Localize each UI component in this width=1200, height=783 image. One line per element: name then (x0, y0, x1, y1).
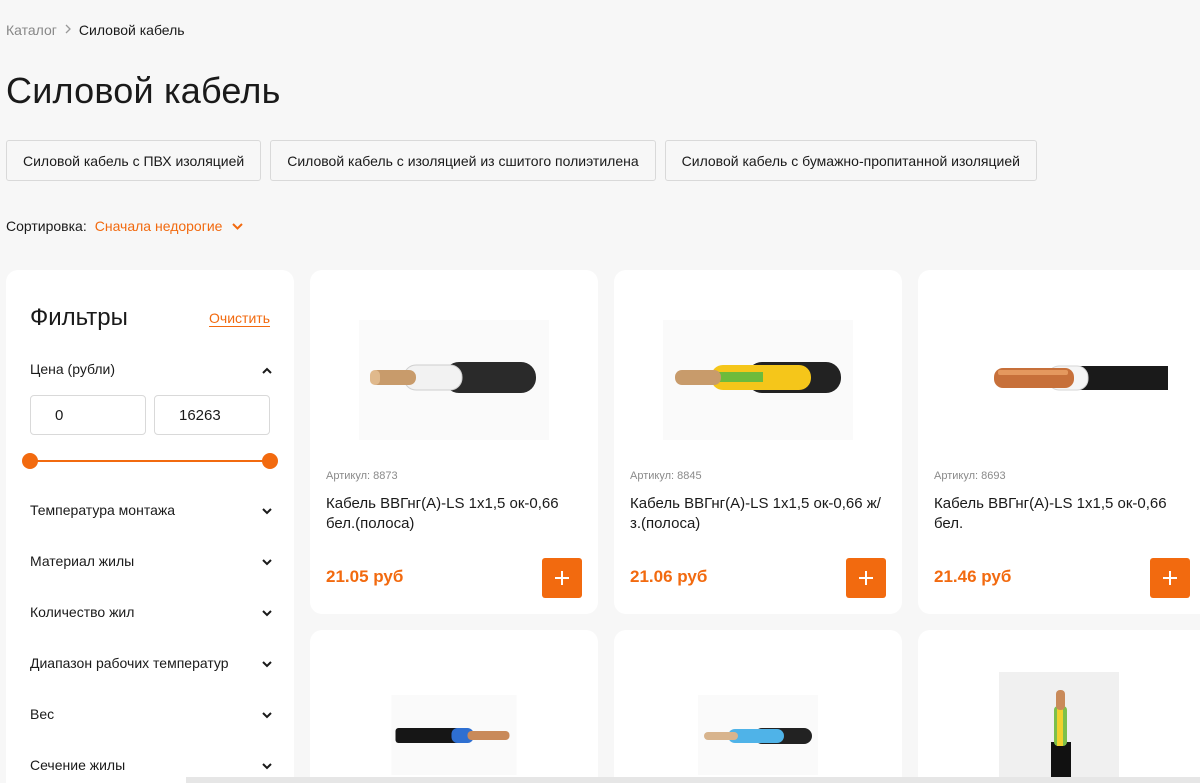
chevron-down-icon (232, 222, 244, 230)
filter-price-header[interactable]: Цена (рубли) (30, 361, 272, 377)
price-min-input[interactable] (30, 395, 146, 435)
price-range-slider[interactable] (22, 453, 278, 469)
sort-label: Сортировка: (6, 218, 87, 234)
chevron-down-icon (262, 604, 272, 620)
plus-icon (1163, 571, 1177, 585)
product-card[interactable] (614, 630, 902, 783)
product-image (698, 695, 818, 775)
breadcrumb-current: Силовой кабель (78, 22, 185, 38)
product-image (663, 320, 853, 440)
filter-group-label: Материал жилы (30, 553, 135, 569)
chevron-down-icon (262, 706, 272, 722)
page-title: Силовой кабель (6, 70, 281, 111)
filter-price-label: Цена (рубли) (30, 361, 116, 377)
filter-group-operating-temp[interactable]: Диапазон рабочих температур (30, 655, 272, 671)
chevron-down-icon (262, 757, 272, 773)
product-price: 21.46 руб (934, 567, 1012, 586)
subcategory-pvc[interactable]: Силовой кабель с ПВХ изоляцией (6, 140, 262, 181)
sort-value: Сначала недорогие (94, 218, 223, 234)
sort-control: Сортировка: Сначала недорогие (6, 218, 244, 234)
filter-group-weight[interactable]: Вес (30, 706, 272, 722)
product-sku: Артикул: 8873 (326, 470, 398, 482)
filter-group-label: Температура монтажа (30, 502, 176, 518)
product-sku: Артикул: 8693 (934, 470, 1006, 482)
breadcrumb-catalog-link[interactable]: Каталог (6, 22, 57, 38)
price-max-input[interactable] (154, 395, 270, 435)
plus-icon (859, 571, 873, 585)
filter-group-cross-section[interactable]: Сечение жилы (30, 757, 272, 773)
sort-dropdown[interactable]: Сначала недорогие (95, 218, 244, 234)
chevron-down-icon (262, 655, 272, 671)
price-slider-max-handle[interactable] (262, 453, 278, 469)
filter-group-core-count[interactable]: Количество жил (30, 604, 272, 620)
product-title[interactable]: Кабель ВВГнг(А)-LS 1х1,5 ок-0,66 бел.(по… (326, 494, 584, 534)
filter-group-label: Количество жил (30, 604, 135, 620)
product-image (359, 320, 549, 440)
filter-group-mount-temp[interactable]: Температура монтажа (30, 502, 272, 518)
product-card[interactable]: Артикул: 8845 Кабель ВВГнг(А)-LS 1х1,5 о… (614, 270, 902, 614)
horizontal-scrollbar[interactable] (186, 777, 1200, 783)
price-slider-track (30, 460, 270, 462)
filter-group-label: Диапазон рабочих температур (30, 655, 229, 671)
price-slider-min-handle[interactable] (22, 453, 38, 469)
subcategory-list: Силовой кабель с ПВХ изоляцией Силовой к… (6, 140, 1037, 181)
product-title[interactable]: Кабель ВВГнг(А)-LS 1х1,5 ок-0,66 бел. (934, 494, 1186, 534)
breadcrumb: Каталог Силовой кабель (6, 22, 185, 38)
filter-group-core-material[interactable]: Материал жилы (30, 553, 272, 569)
product-image (948, 320, 1168, 440)
product-card[interactable] (310, 630, 598, 783)
price-inputs (30, 395, 270, 435)
product-sku: Артикул: 8845 (630, 470, 702, 482)
subcategory-xlpe[interactable]: Силовой кабель с изоляцией из сшитого по… (270, 140, 656, 181)
chevron-right-icon (65, 23, 71, 37)
clear-filters-link[interactable]: Очистить (209, 310, 270, 326)
product-card[interactable]: Артикул: 8693 Кабель ВВГнг(А)-LS 1х1,5 о… (918, 270, 1200, 614)
add-to-cart-button[interactable] (542, 558, 582, 598)
add-to-cart-button[interactable] (1150, 558, 1190, 598)
product-price: 21.06 руб (630, 567, 708, 586)
chevron-down-icon (262, 553, 272, 569)
product-price: 21.05 руб (326, 567, 404, 586)
product-card[interactable]: Артикул: 8873 Кабель ВВГнг(А)-LS 1х1,5 о… (310, 270, 598, 614)
product-card[interactable] (918, 630, 1200, 783)
filter-group-label: Вес (30, 706, 55, 722)
plus-icon (555, 571, 569, 585)
subcategory-paper[interactable]: Силовой кабель с бумажно-пропитанной изо… (664, 140, 1037, 181)
product-image (391, 695, 517, 775)
product-title[interactable]: Кабель ВВГнг(А)-LS 1х1,5 ок-0,66 ж/з.(по… (630, 494, 888, 534)
chevron-up-icon (262, 361, 272, 377)
product-image (999, 672, 1119, 783)
chevron-down-icon (262, 502, 272, 518)
add-to-cart-button[interactable] (846, 558, 886, 598)
filter-group-label: Сечение жилы (30, 757, 126, 773)
filters-title: Фильтры (30, 304, 128, 331)
filters-panel: Фильтры Очистить Цена (рубли) Температур… (6, 270, 294, 783)
